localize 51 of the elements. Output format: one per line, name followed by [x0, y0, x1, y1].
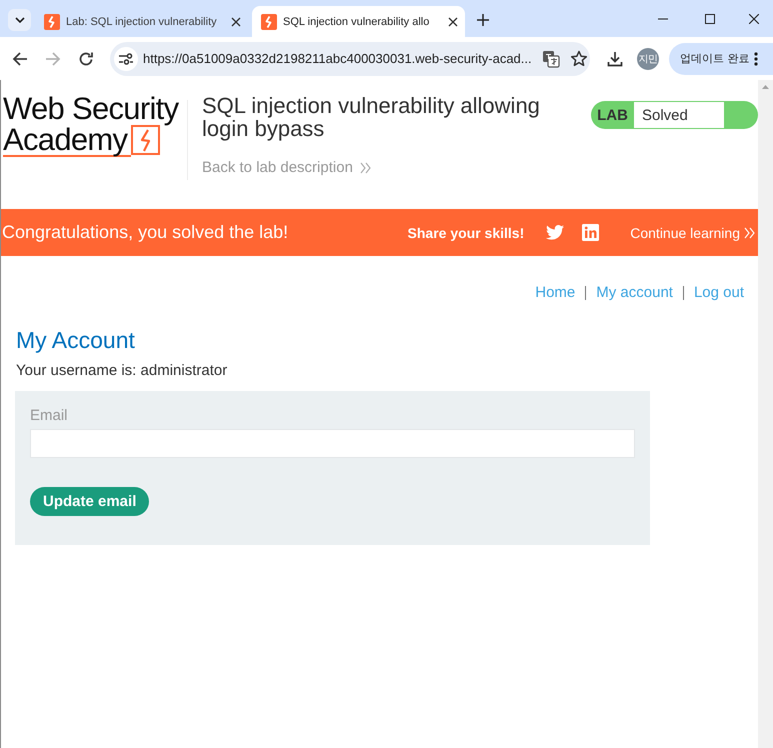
- url-text: https://0a51009a0332d2198211abc400030031.web-security-acad...: [143, 51, 532, 66]
- arrow-left-icon: [12, 50, 28, 66]
- browser-tab[interactable]: Lab: SQL injection vulnerability: [35, 6, 248, 37]
- email-input-field[interactable]: [30, 429, 635, 458]
- maximize-icon: [705, 14, 715, 24]
- profile-avatar[interactable]: 지민: [637, 48, 659, 70]
- plus-icon: [477, 14, 489, 26]
- translate-button[interactable]: [542, 50, 560, 68]
- star-icon: [570, 50, 588, 68]
- success-message: Congratulations, you solved the lab!: [2, 222, 288, 243]
- site-info-button[interactable]: [114, 46, 138, 70]
- nav-link[interactable]: Home: [535, 284, 576, 302]
- close-icon: [748, 14, 758, 24]
- arrow-right-icon: [45, 50, 61, 66]
- username-text: Your username is: administrator: [16, 362, 228, 380]
- chevron-down-icon: [14, 16, 24, 22]
- scrollbar[interactable]: [758, 80, 773, 748]
- twitter-bird-icon[interactable]: [546, 225, 564, 240]
- tab-list-button[interactable]: [8, 8, 31, 30]
- download-icon: [607, 50, 623, 66]
- update-button[interactable]: 업데이트 완료: [669, 42, 773, 74]
- close-icon[interactable]: [448, 16, 458, 26]
- nav-link[interactable]: Log out: [694, 284, 744, 302]
- linkedin-icon[interactable]: [582, 224, 600, 241]
- email-label: Email: [30, 407, 68, 425]
- tab-title: Lab: SQL injection vulnerability: [66, 16, 218, 28]
- reload-icon: [78, 50, 94, 66]
- page-heading: My Account: [16, 326, 136, 354]
- sliders-icon: [119, 52, 133, 64]
- bookmark-button[interactable]: [570, 50, 588, 68]
- lightning-bolt-icon: [261, 14, 277, 30]
- double-chevron-icon: [744, 226, 755, 238]
- continue-learning-link[interactable]: Continue learning: [630, 224, 755, 240]
- update-email-button[interactable]: Update email: [30, 487, 150, 516]
- status-label: LAB: [596, 106, 629, 124]
- double-chevron-icon: [360, 162, 371, 174]
- browser-tab[interactable]: SQL injection vulnerability allo: [252, 6, 465, 37]
- lab-title: SQL injection vulnerability allowing login bypass: [202, 95, 541, 140]
- kebab-menu-icon: [754, 52, 758, 66]
- logo-text: Academy: [3, 125, 132, 157]
- nav-link[interactable]: My account: [596, 284, 673, 302]
- address-bar[interactable]: https://0a51009a0332d2198211abc400030031.web-security-acad...: [110, 42, 590, 76]
- translate-icon: [542, 50, 560, 68]
- lightning-bolt-icon: [44, 14, 60, 30]
- logo-text: Web Security: [3, 93, 178, 125]
- tab-title: SQL injection vulnerability allo: [283, 16, 430, 28]
- back-link[interactable]: Back to lab description: [202, 159, 371, 177]
- share-label: Share your skills!: [408, 224, 524, 240]
- lightning-box-icon: [131, 125, 162, 157]
- close-icon[interactable]: [231, 16, 241, 26]
- status-text: Solved: [634, 102, 724, 128]
